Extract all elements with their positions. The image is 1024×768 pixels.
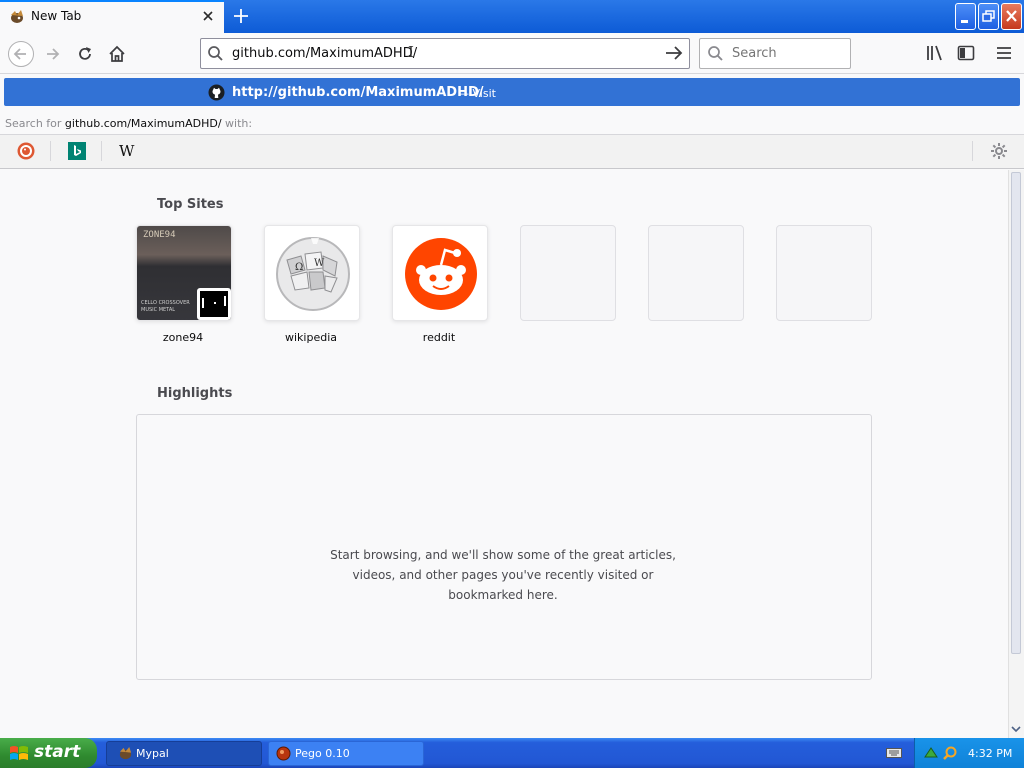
url-search-icon — [207, 45, 224, 62]
autocomplete-visit-row[interactable] — [4, 78, 1020, 106]
wikipedia-globe-icon: Ω W — [276, 237, 350, 311]
close-window-button[interactable] — [1001, 3, 1022, 30]
mypal-favicon-icon — [9, 9, 25, 25]
search-with-prefix: Search for — [5, 117, 62, 130]
taskbar-label: Mypal — [136, 747, 169, 760]
top-site-label: zone94 — [162, 331, 204, 344]
engine-separator — [101, 141, 102, 161]
keyboard-icon[interactable] — [886, 746, 902, 759]
taskbar-label: Pego 0.10 — [295, 747, 350, 760]
zone94-caption: CELLO CROSSOVER MUSIC METAL — [141, 300, 190, 313]
restore-window-button[interactable] — [978, 3, 999, 30]
github-icon — [208, 84, 225, 101]
text-cursor-icon: I — [408, 43, 414, 61]
go-arrow-icon[interactable] — [663, 43, 685, 63]
search-with-term: github.com/MaximumADHD/ — [64, 117, 222, 130]
top-site-placeholder — [520, 225, 616, 321]
library-icon[interactable] — [925, 44, 945, 62]
search-input[interactable] — [732, 46, 842, 61]
scrollbar-thumb[interactable] — [1011, 172, 1021, 654]
zone94-logo-text: ZONE94 — [143, 230, 176, 240]
tab-title: New Tab — [31, 9, 82, 23]
clock: 4:32 PM — [968, 747, 1013, 760]
autocomplete-action: — Visit — [458, 87, 496, 100]
search-with-suffix: with: — [225, 117, 253, 130]
top-site-tile-wikipedia[interactable]: Ω W — [264, 225, 360, 321]
network-icon[interactable] — [923, 745, 939, 761]
scroll-down-arrow-icon[interactable] — [1010, 722, 1022, 736]
svg-text:Ω: Ω — [295, 262, 303, 273]
reddit-alien-icon — [405, 238, 477, 310]
search-with-label: Search for github.com/MaximumADHD/ with: — [5, 117, 252, 130]
top-site-placeholder — [776, 225, 872, 321]
mypal-icon — [118, 746, 133, 761]
zone94-favicon-icon — [197, 288, 231, 320]
top-site-tile-reddit[interactable] — [392, 225, 488, 321]
autocomplete-url: http://github.com/MaximumADHD/ — [232, 85, 484, 100]
highlights-heading: Highlights — [157, 386, 233, 401]
url-input-value[interactable]: github.com/MaximumADHD/ — [232, 46, 417, 61]
forward-arrow-icon[interactable] — [42, 43, 64, 65]
top-site-label: reddit — [422, 331, 456, 344]
top-site-placeholder — [648, 225, 744, 321]
top-sites-heading: Top Sites — [157, 197, 224, 212]
new-tab-plus-icon[interactable] — [230, 5, 252, 27]
search-icon — [707, 45, 724, 62]
one-off-search-engines — [0, 134, 1024, 169]
highlights-message: Start browsing, and we'll show some of t… — [330, 548, 676, 602]
pego-icon — [276, 746, 291, 761]
svg-text:W: W — [314, 258, 325, 269]
windows-logo-icon — [8, 744, 30, 762]
wikipedia-icon[interactable]: W — [119, 142, 134, 160]
reload-icon[interactable] — [74, 43, 96, 65]
engine-separator — [972, 141, 973, 161]
start-label: start — [34, 742, 81, 762]
sidebar-icon[interactable] — [956, 44, 976, 62]
gear-icon[interactable] — [989, 141, 1009, 161]
top-site-tile-zone94[interactable]: ZONE94 CELLO CROSSOVER MUSIC METAL — [136, 225, 232, 321]
back-button[interactable] — [8, 41, 34, 67]
hamburger-menu-icon[interactable] — [994, 44, 1014, 62]
minimize-window-button[interactable] — [955, 3, 976, 30]
top-site-label: wikipedia — [284, 331, 337, 344]
duckduckgo-icon[interactable] — [17, 142, 35, 160]
search-tray-icon[interactable] — [942, 745, 958, 761]
close-tab-icon[interactable] — [200, 8, 216, 24]
bing-icon[interactable] — [68, 142, 86, 160]
home-icon[interactable] — [106, 43, 128, 65]
engine-separator — [50, 141, 51, 161]
